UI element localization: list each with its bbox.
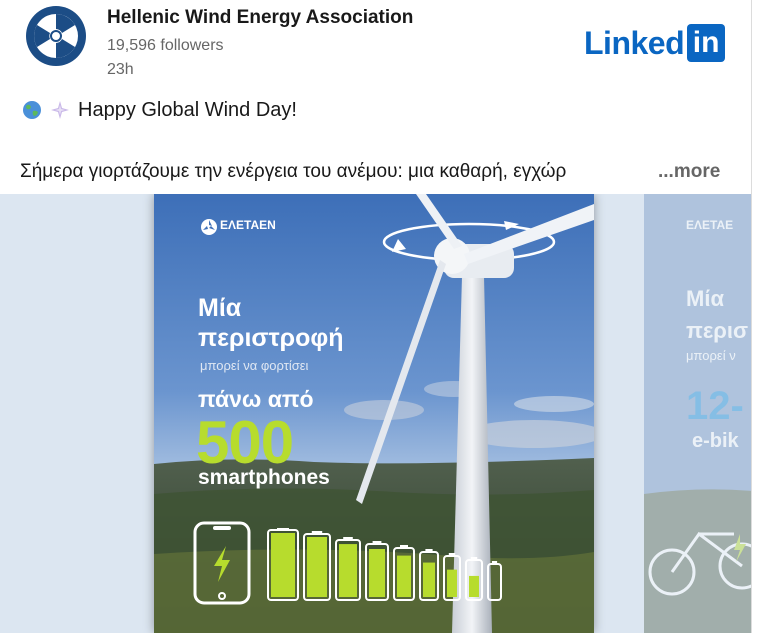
eletaen-logo-icon — [201, 219, 217, 235]
next-brand-name: ΕΛΕΤΑΕ — [686, 218, 734, 232]
next-headline-line-2: περισ — [686, 318, 749, 343]
next-headline-line-3: μπορεί ν — [686, 348, 736, 363]
battery-fill — [307, 537, 327, 597]
battery-icon — [419, 549, 439, 601]
battery-fill — [339, 544, 357, 597]
see-more-button[interactable]: ...more — [658, 161, 720, 183]
carousel-slide-next[interactable]: ΕΛΕΤΑΕ Μία περισ μπορεί ν 12- e-bik — [644, 194, 751, 633]
post-header: Hellenic Wind Energy Association 19,596 … — [0, 0, 751, 92]
battery-icon — [487, 561, 502, 601]
next-headline-line-5: e-bik — [692, 430, 739, 452]
org-name[interactable]: Hellenic Wind Energy Association — [107, 7, 413, 29]
post-text-line-2: Σήμερα γιορτάζουμε την ενέργεια του ανέμ… — [20, 161, 567, 182]
post-text-greeting: Happy Global Wind Day! — [78, 98, 297, 121]
post-timestamp: 23h — [107, 61, 134, 78]
headline-line-2: περιστροφή — [198, 324, 344, 352]
battery-icon — [267, 528, 299, 601]
battery-icon — [335, 537, 361, 601]
battery-fill — [397, 555, 411, 597]
linkedin-logo: Linked in — [584, 24, 726, 62]
image-carousel[interactable]: ΕΛΕΤΑΕΝ Μία περιστροφή μπορεί να φορτίσε… — [0, 194, 751, 633]
battery-fill — [423, 562, 435, 597]
battery-icon — [365, 541, 389, 601]
globe-icon — [23, 101, 41, 119]
battery-fill — [469, 575, 479, 597]
headline-line-1: Μία — [198, 294, 242, 322]
next-highlight-number: 12- — [686, 384, 744, 428]
headline-line-5: smartphones — [198, 466, 330, 489]
carousel-slide-current[interactable]: ΕΛΕΤΑΕΝ Μία περιστροφή μπορεί να φορτίσε… — [154, 194, 594, 633]
headline-line-3: μπορεί να φορτίσει — [200, 358, 309, 373]
battery-fill — [447, 569, 457, 597]
linkedin-logo-word: Linked — [584, 25, 685, 61]
brand-name: ΕΛΕΤΑΕΝ — [220, 218, 276, 232]
next-headline-line-1: Μία — [686, 286, 724, 311]
post-text-line-1: Happy Global Wind Day! — [22, 97, 297, 123]
org-avatar[interactable] — [26, 6, 86, 66]
follower-count: 19,596 followers — [107, 37, 224, 54]
text-fade — [600, 158, 656, 186]
battery-row — [267, 528, 502, 601]
sparkle-icon — [51, 101, 69, 119]
battery-icon — [443, 553, 461, 601]
battery-fill — [369, 549, 385, 597]
battery-icon — [303, 531, 331, 601]
battery-icon — [465, 557, 483, 601]
smartphone-icon — [193, 521, 251, 605]
linkedin-post: Hellenic Wind Energy Association 19,596 … — [0, 0, 752, 633]
battery-fill — [271, 533, 295, 597]
battery-icon — [393, 545, 415, 601]
linkedin-logo-box: in — [687, 24, 726, 62]
